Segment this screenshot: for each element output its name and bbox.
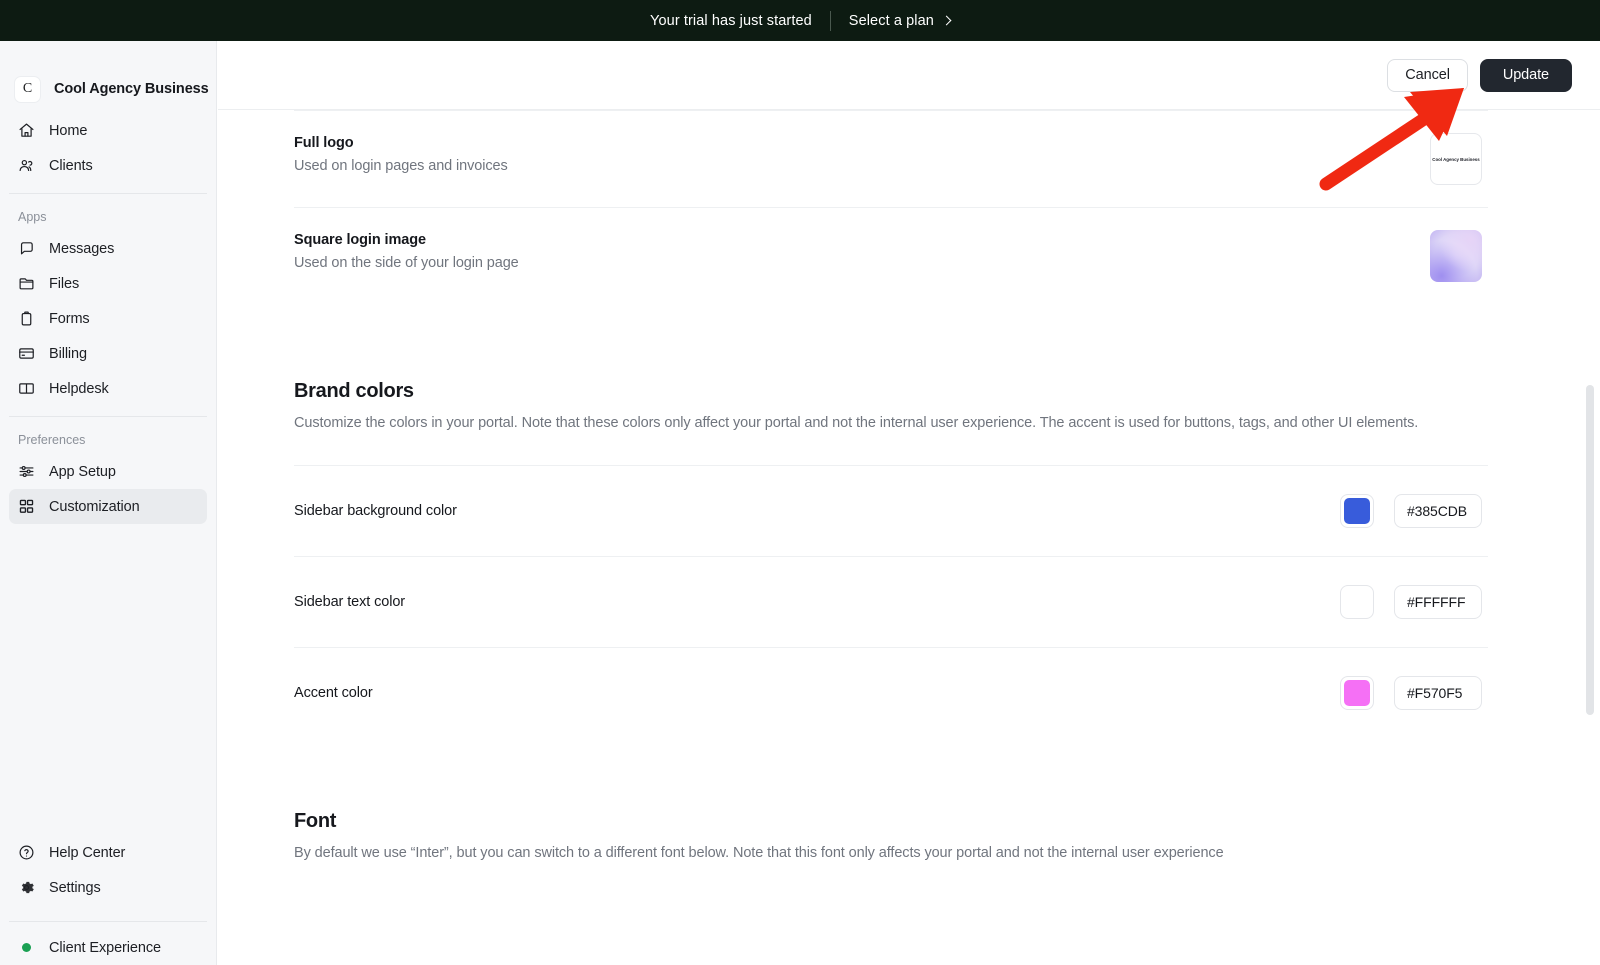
color-swatch <box>1344 588 1370 615</box>
sidebar-item-home[interactable]: Home <box>9 113 207 148</box>
color-row-label: Sidebar background color <box>294 502 457 519</box>
chevron-right-icon <box>941 15 952 26</box>
hex-input[interactable]: #F570F5 <box>1394 675 1482 710</box>
sidebar-item-helpdesk[interactable]: Helpdesk <box>9 371 207 406</box>
sidebar-group-apps-label: Apps <box>18 210 47 224</box>
sidebar-item-client-experience[interactable]: Client Experience <box>9 930 207 965</box>
sidebar-bottom-group: Help Center Settings <box>0 835 216 911</box>
row-title: Square login image <box>294 232 426 248</box>
home-icon <box>18 122 35 139</box>
row-square-login-image: Square login image Used on the side of y… <box>294 207 1488 304</box>
update-button[interactable]: Update <box>1479 58 1572 92</box>
sidebar-preferences-group: App Setup Customization <box>0 454 216 524</box>
settings-scroll-area: Full logo Used on login pages and invoic… <box>218 110 1600 965</box>
color-swatch <box>1344 497 1370 524</box>
settings-rows: Full logo Used on login pages and invoic… <box>218 110 1494 865</box>
sidebar-item-label: App Setup <box>49 463 116 480</box>
app-root: Your trial has just started Select a pla… <box>0 0 1600 965</box>
gear-icon <box>18 879 35 896</box>
green-dot-icon <box>18 939 35 956</box>
full-logo-thumbnail[interactable]: Cool Agency Business <box>1430 133 1482 185</box>
sidebar-item-label: Forms <box>49 310 90 327</box>
sidebar-item-settings[interactable]: Settings <box>9 870 207 905</box>
color-row-label: Accent color <box>294 684 373 701</box>
sidebar-item-label: Client Experience <box>49 939 161 956</box>
sidebar-client-experience-group: Client Experience <box>0 922 216 965</box>
sidebar-item-label: Messages <box>49 240 115 257</box>
scrollbar-thumb[interactable] <box>1586 385 1594 715</box>
row-accent-color: Accent color #F570F5 <box>294 646 1488 738</box>
brand-colors-section-header: Brand colors Customize the colors in you… <box>294 304 1488 435</box>
row-sidebar-background-color: Sidebar background color #385CDB <box>294 464 1488 556</box>
sidebar-item-files[interactable]: Files <box>9 266 207 301</box>
sidebar-item-clients[interactable]: Clients <box>9 148 207 183</box>
banner-divider <box>829 10 831 31</box>
workspace-avatar: C <box>14 75 41 103</box>
sidebar-primary-group: Home Clients <box>0 113 216 183</box>
sidebar-item-label: Help Center <box>49 844 126 861</box>
square-login-image-thumbnail[interactable] <box>1430 230 1482 282</box>
sidebar-item-label: Settings <box>49 879 101 896</box>
page-toolbar: Cancel Update <box>218 41 1600 110</box>
row-subtitle: Used on the side of your login page <box>294 255 519 271</box>
color-row-controls: #385CDB <box>1340 493 1488 528</box>
sidebar-item-label: Clients <box>49 157 93 174</box>
sidebar-item-label: Files <box>49 275 80 292</box>
users-icon <box>18 157 35 174</box>
main-content: Cancel Update Full logo Used on login pa… <box>218 41 1600 965</box>
vertical-scrollbar[interactable] <box>1586 110 1595 965</box>
sidebar-item-label: Billing <box>49 345 87 362</box>
color-row-controls: #F570F5 <box>1340 675 1488 710</box>
row-sidebar-text-color: Sidebar text color #FFFFFF <box>294 555 1488 647</box>
row-title: Full logo <box>294 135 354 151</box>
folder-icon <box>18 275 35 292</box>
row-text: Square login image Used on the side of y… <box>294 230 519 271</box>
sidebar-item-customization[interactable]: Customization <box>9 489 207 524</box>
color-row-controls: #FFFFFF <box>1340 584 1488 619</box>
full-logo-wordmark-text: Cool Agency Business <box>1432 156 1480 162</box>
sidebar-group-preferences-label: Preferences <box>18 433 86 447</box>
sidebar-item-label: Helpdesk <box>49 380 109 397</box>
sidebar-apps-group: Messages Files Forms Billing Helpdesk <box>0 231 216 406</box>
sidebar-item-label: Customization <box>49 498 140 515</box>
font-description: By default we use “Inter”, but you can s… <box>294 844 1224 861</box>
workspace-switcher[interactable]: C Cool Agency Business <box>0 41 216 113</box>
sidebar-item-billing[interactable]: Billing <box>9 336 207 371</box>
color-row-label: Sidebar text color <box>294 593 406 610</box>
color-swatch-button[interactable] <box>1340 584 1374 619</box>
select-plan-label: Select a plan <box>848 12 934 29</box>
sidebar-item-messages[interactable]: Messages <box>9 231 207 266</box>
chat-bubble-icon <box>18 240 35 257</box>
font-section-header: Font By default we use “Inter”, but you … <box>294 738 1488 865</box>
credit-card-icon <box>18 345 35 362</box>
trial-message: Your trial has just started <box>650 12 812 29</box>
row-full-logo: Full logo Used on login pages and invoic… <box>294 110 1488 207</box>
question-circle-icon <box>18 844 35 861</box>
color-swatch-button[interactable] <box>1340 675 1374 710</box>
font-title: Font <box>294 809 337 832</box>
workspace-name: Cool Agency Business <box>54 81 209 97</box>
sidebar-item-label: Home <box>49 122 88 139</box>
sidebar-item-app-setup[interactable]: App Setup <box>9 454 207 489</box>
trial-banner: Your trial has just started Select a pla… <box>0 0 1600 41</box>
sliders-icon <box>18 463 35 480</box>
brand-colors-title: Brand colors <box>294 380 414 402</box>
brand-colors-description: Customize the colors in your portal. Not… <box>294 415 1419 431</box>
select-plan-link[interactable]: Select a plan <box>848 12 952 29</box>
color-swatch <box>1344 679 1370 706</box>
clipboard-icon <box>18 310 35 327</box>
grid-icon <box>18 498 35 515</box>
sidebar-item-help-center[interactable]: Help Center <box>9 835 207 870</box>
hex-input[interactable]: #385CDB <box>1394 493 1482 528</box>
sidebar: C Cool Agency Business Home Clients Apps <box>0 41 217 965</box>
row-text: Full logo Used on login pages and invoic… <box>294 133 508 174</box>
sidebar-item-forms[interactable]: Forms <box>9 301 207 336</box>
hex-input[interactable]: #FFFFFF <box>1394 584 1482 619</box>
book-open-icon <box>18 380 35 397</box>
row-subtitle: Used on login pages and invoices <box>294 158 508 174</box>
color-swatch-button[interactable] <box>1340 493 1374 528</box>
cancel-button[interactable]: Cancel <box>1387 58 1468 92</box>
